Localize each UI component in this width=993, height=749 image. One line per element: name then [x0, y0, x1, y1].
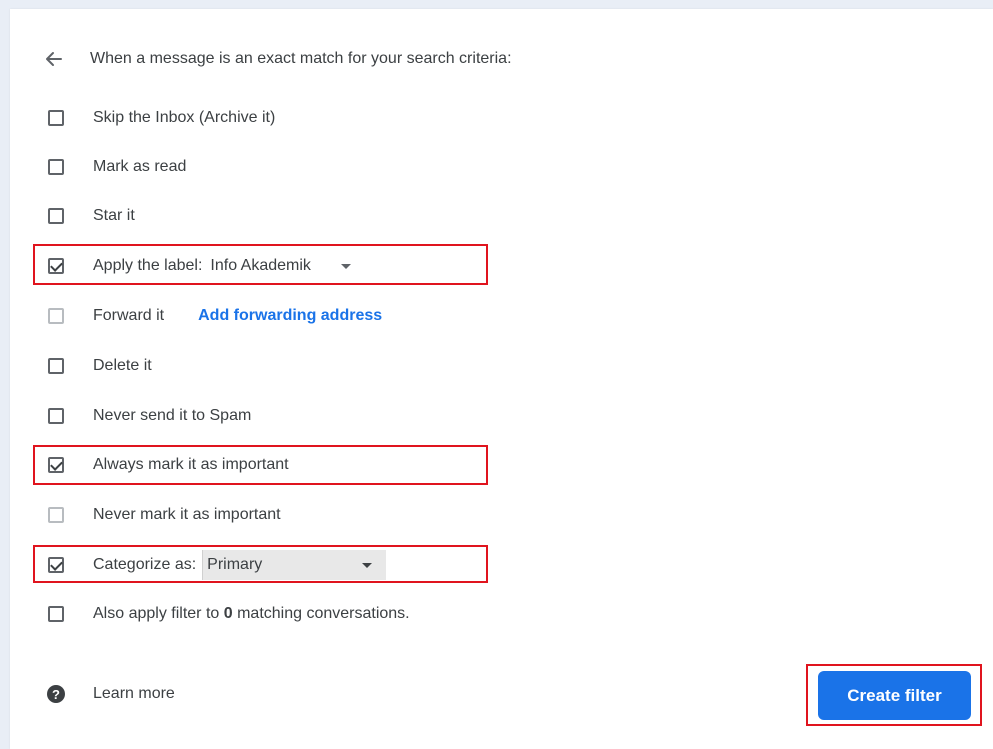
create-filter-button[interactable]: Create filter — [818, 671, 971, 720]
learn-more-link[interactable]: Learn more — [93, 685, 175, 703]
matching-count: 0 — [223, 605, 233, 622]
option-label: Delete it — [93, 357, 152, 374]
option-label: Also apply filter to 0 matching conversa… — [93, 605, 410, 623]
option-label: Forward it — [93, 307, 165, 324]
star-it-checkbox[interactable] — [48, 208, 64, 224]
add-forwarding-address-link[interactable]: Add forwarding address — [198, 307, 382, 325]
option-label: Never send it to Spam — [93, 407, 252, 424]
option-label: Skip the Inbox (Archive it) — [93, 109, 276, 126]
option-skip-inbox[interactable]: Skip the Inbox (Archive it) — [48, 103, 275, 133]
option-delete-it[interactable]: Delete it — [48, 351, 152, 381]
never-important-checkbox[interactable] — [48, 507, 64, 523]
highlight-always-important — [33, 445, 488, 485]
mark-as-read-checkbox[interactable] — [48, 159, 64, 175]
option-label: Star it — [93, 207, 135, 224]
learn-more-row[interactable]: ? Learn more — [47, 679, 175, 709]
apply-suffix: matching conversations. — [232, 605, 410, 622]
option-label: Never mark it as important — [93, 506, 281, 523]
highlight-categorize — [33, 545, 488, 583]
help-icon: ? — [47, 685, 65, 703]
skip-inbox-checkbox[interactable] — [48, 110, 64, 126]
option-mark-as-read[interactable]: Mark as read — [48, 152, 186, 182]
option-apply-to-matching[interactable]: Also apply filter to 0 matching conversa… — [48, 599, 410, 629]
forward-it-checkbox[interactable] — [48, 308, 64, 324]
back-arrow-icon[interactable] — [44, 49, 64, 69]
option-never-spam[interactable]: Never send it to Spam — [48, 401, 251, 431]
apply-to-matching-checkbox[interactable] — [48, 606, 64, 622]
apply-prefix: Also apply filter to — [93, 605, 224, 622]
option-forward-it[interactable]: Forward it Add forwarding address — [48, 301, 382, 331]
highlight-apply-label — [33, 244, 488, 285]
option-never-important[interactable]: Never mark it as important — [48, 500, 281, 530]
option-star-it[interactable]: Star it — [48, 201, 135, 231]
delete-it-checkbox[interactable] — [48, 358, 64, 374]
option-label: Mark as read — [93, 158, 187, 175]
header-text: When a message is an exact match for you… — [90, 50, 512, 67]
never-spam-checkbox[interactable] — [48, 408, 64, 424]
filter-header: When a message is an exact match for you… — [44, 46, 512, 72]
